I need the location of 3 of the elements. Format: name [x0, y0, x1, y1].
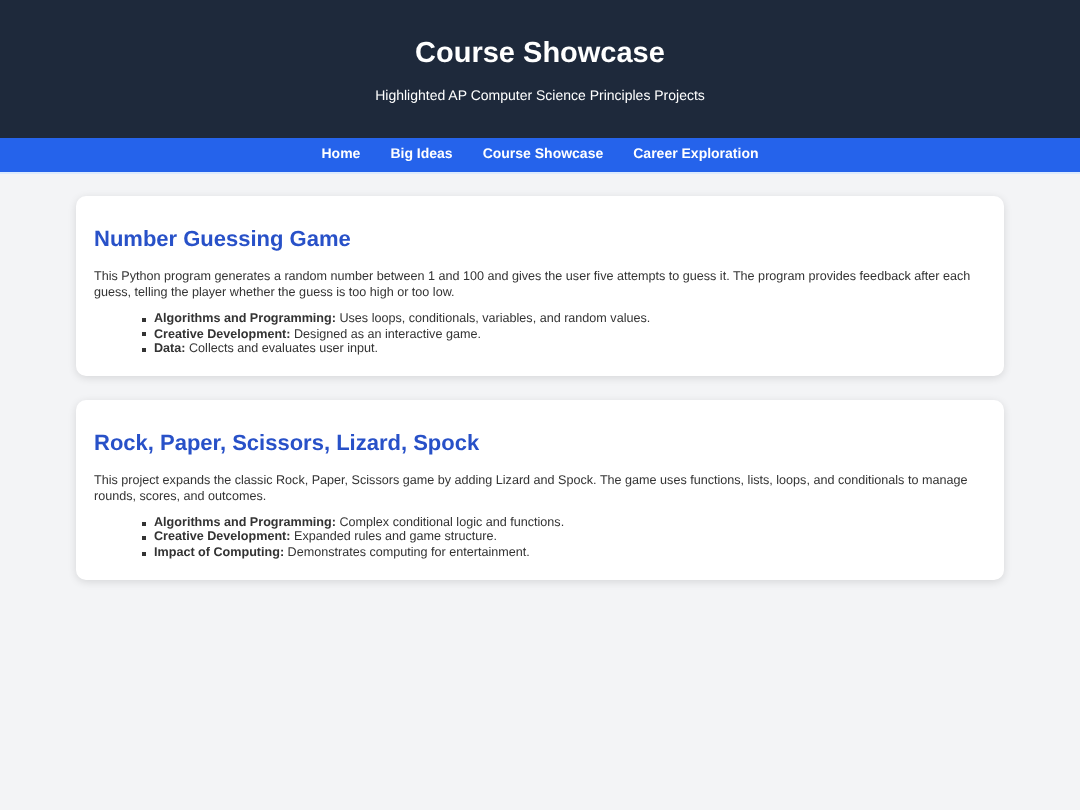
project-title: Number Guessing Game	[94, 226, 353, 254]
project-title: Rock, Paper, Scissors, Lizard, Spock	[94, 429, 482, 458]
page-title: Course Showcase	[413, 36, 667, 72]
